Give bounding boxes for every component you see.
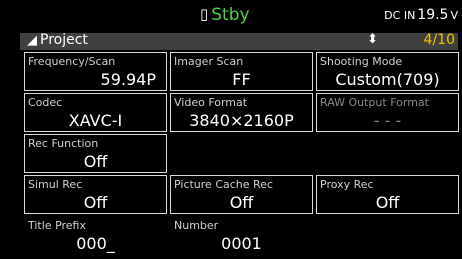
cell-video-format[interactable]: Video Format 3840×2160P [170,93,313,132]
cell-value: Custom(709) [335,70,440,89]
cell-empty [316,216,459,255]
cell-label: Video Format [174,96,248,109]
recording-status: ▯ Stby [200,4,250,26]
settings-grid: Frequency/Scan 59.94P Imager Scan FF Sho… [24,52,459,255]
cell-value: Off [229,193,254,212]
page-scroll-icon[interactable]: ⬍ [367,32,378,47]
cell-picture-cache-rec[interactable]: Picture Cache Rec Off [170,175,313,214]
cell-empty [170,134,313,173]
menu-folder-icon: ◢ [27,32,37,48]
cell-label: Shooting Mode [320,55,403,68]
cell-label: RAW Output Format [320,96,429,109]
cell-value: FF [232,70,251,89]
page-title-text: Project [40,32,88,48]
cell-imager-scan[interactable]: Imager Scan FF [170,52,313,91]
cell-value: - - - [373,111,402,130]
cell-frequency-scan[interactable]: Frequency/Scan 59.94P [24,52,167,91]
power-voltage: 19.5 [417,7,449,23]
cell-proxy-rec[interactable]: Proxy Rec Off [316,175,459,214]
power-indicator: DC IN 19.5 V [384,7,458,23]
status-text: Stby [211,5,250,25]
cell-value: 59.94P [100,70,156,89]
cell-label: Picture Cache Rec [174,178,273,191]
cell-value: 3840×2160P [189,111,294,130]
power-unit: V [450,9,458,22]
media-card-icon: ▯ [200,5,209,23]
cell-label: Codec [28,96,63,109]
status-bar: ▯ Stby DC IN 19.5 V [0,0,462,30]
cell-number[interactable]: Number 0001 [170,216,313,255]
cell-codec[interactable]: Codec XAVC-I [24,93,167,132]
cell-title-prefix[interactable]: Title Prefix 000_ [24,216,167,255]
cell-label: Proxy Rec [320,178,374,191]
cell-value: XAVC-I [68,111,123,130]
cell-shooting-mode[interactable]: Shooting Mode Custom(709) [316,52,459,91]
cell-label: Number [174,219,219,232]
cell-label: Simul Rec [28,178,83,191]
cell-empty [316,134,459,173]
cell-label: Imager Scan [174,55,244,68]
cell-value: Off [83,193,108,212]
cell-value: 000_ [76,234,115,253]
cell-label: Rec Function [28,137,99,150]
cell-value: 0001 [221,234,262,253]
cell-value: Off [375,193,400,212]
cell-simul-rec[interactable]: Simul Rec Off [24,175,167,214]
power-source-label: DC IN [384,9,416,22]
cell-raw-output-format[interactable]: RAW Output Format - - - [316,93,459,132]
menu-header: ◢ Project ⬍ 4/10 [20,32,458,50]
cell-label: Title Prefix [28,219,86,232]
page-title: ◢ Project [27,32,88,48]
cell-value: Off [83,152,108,171]
page-counter: 4/10 [423,32,455,48]
cell-rec-function[interactable]: Rec Function Off [24,134,167,173]
cell-label: Frequency/Scan [28,55,116,68]
